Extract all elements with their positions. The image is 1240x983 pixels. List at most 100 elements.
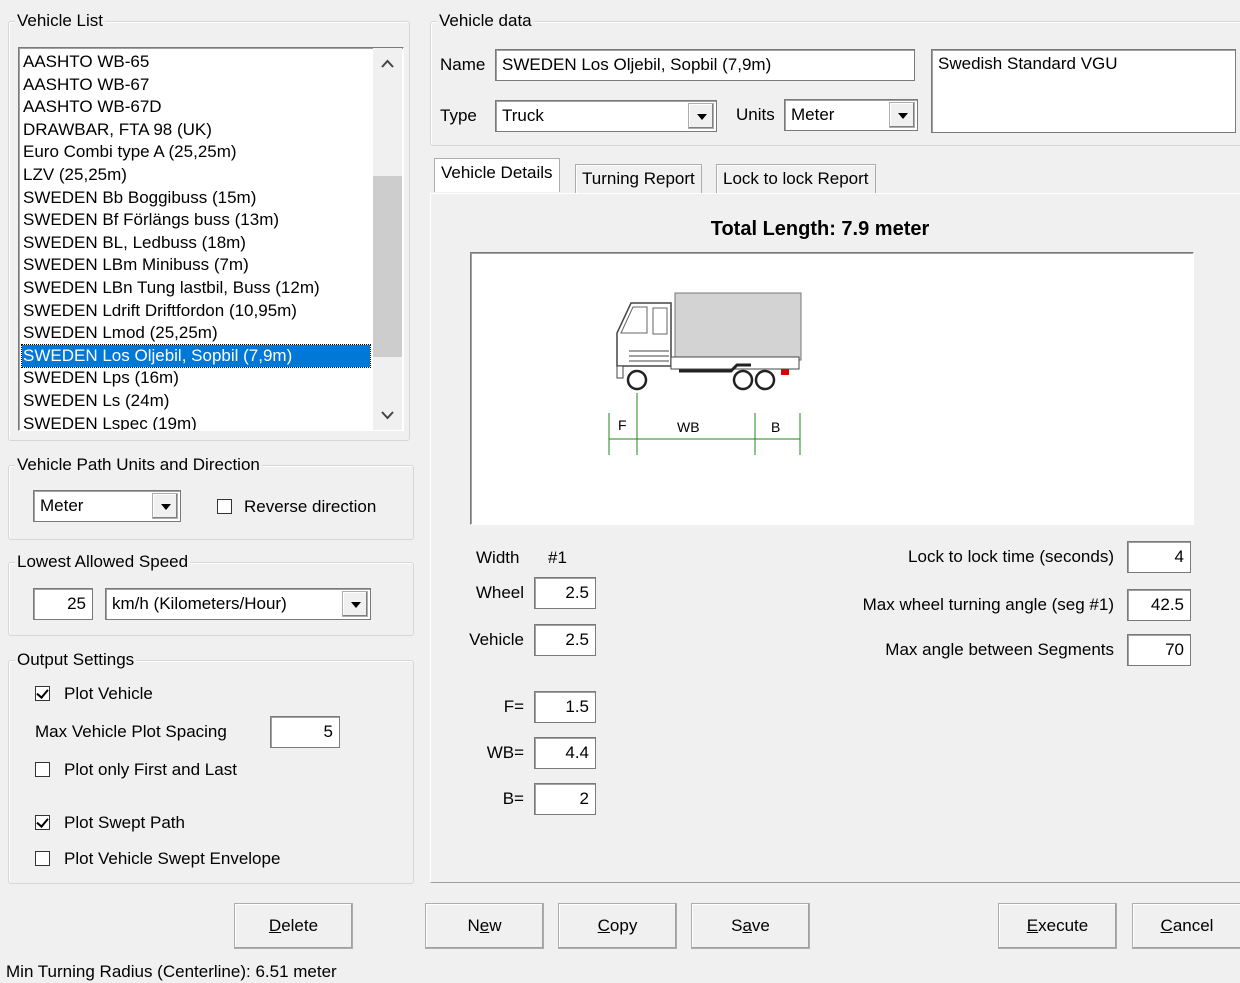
chevron-down-icon[interactable] <box>688 103 714 129</box>
list-item[interactable]: LZV (25,25m) <box>22 164 127 187</box>
width-col-header: #1 <box>548 548 567 567</box>
plot-vehicle-label[interactable]: Plot Vehicle <box>64 683 153 705</box>
plot-first-last-checkbox[interactable] <box>35 762 50 777</box>
list-item[interactable]: AASHTO WB-65 <box>22 51 149 74</box>
output-settings-legend: Output Settings <box>15 650 137 670</box>
tab-vehicle-details[interactable]: Vehicle Details <box>434 158 560 192</box>
delete-button[interactable]: Delete <box>234 903 353 949</box>
chevron-down-icon[interactable] <box>152 493 178 519</box>
chevron-up-icon[interactable] <box>373 48 402 78</box>
b-input[interactable]: 2 <box>534 783 596 815</box>
units-label: Units <box>736 105 775 124</box>
vehicle-diagram: F WB B <box>470 252 1194 525</box>
new-button-label-post: w <box>489 916 502 935</box>
list-item[interactable]: SWEDEN LBn Tung lastbil, Buss (12m) <box>22 277 320 300</box>
plot-swept-path-label[interactable]: Plot Swept Path <box>64 812 185 834</box>
new-button-mnemonic: e <box>479 916 490 935</box>
list-item[interactable]: AASHTO WB-67 <box>22 74 149 97</box>
tab-label: Lock to lock Report <box>723 169 869 188</box>
delete-button-mnemonic: D <box>268 916 282 935</box>
max-segment-angle-input[interactable]: 70 <box>1127 634 1191 666</box>
vehicle-width-label: Vehicle <box>469 630 524 649</box>
plot-first-last-label[interactable]: Plot only First and Last <box>64 759 237 781</box>
list-item[interactable]: SWEDEN Ldrift Driftfordon (10,95m) <box>22 300 297 323</box>
total-length-title: Total Length: 7.9 meter <box>710 218 930 240</box>
list-item[interactable]: SWEDEN BL, Ledbuss (18m) <box>22 232 246 255</box>
delete-button-label: elete <box>281 916 319 935</box>
plot-envelope-checkbox[interactable] <box>35 851 50 866</box>
wheel-label: Wheel <box>475 583 524 602</box>
list-item[interactable]: Euro Combi type A (25,25m) <box>22 141 237 164</box>
chevron-down-icon[interactable] <box>373 400 402 430</box>
cancel-button-mnemonic: C <box>1160 916 1173 935</box>
vehicle-units-value: Meter <box>791 105 835 124</box>
vehicle-type-select[interactable]: Truck <box>495 100 717 132</box>
tab-label: Vehicle Details <box>441 163 553 182</box>
plot-spacing-input[interactable]: 5 <box>270 716 340 748</box>
tab-turning-report[interactable]: Turning Report <box>575 164 702 194</box>
vehicle-description-textarea[interactable]: Swedish Standard VGU <box>931 49 1236 133</box>
path-units-legend: Vehicle Path Units and Direction <box>15 455 262 475</box>
vehicle-list-legend: Vehicle List <box>15 11 105 31</box>
diagram-label-f: F <box>618 417 627 433</box>
wb-input[interactable]: 4.4 <box>534 737 596 769</box>
list-item[interactable]: SWEDEN Lspec (19m) <box>22 413 197 430</box>
f-input[interactable]: 1.5 <box>534 691 596 723</box>
vehicle-listbox[interactable]: AASHTO WB-65 AASHTO WB-67 AASHTO WB-67D DRA… <box>18 47 404 431</box>
b-label: B= <box>502 789 524 808</box>
copy-button[interactable]: Copy <box>558 903 677 949</box>
vehicle-list-scroll-thumb[interactable] <box>373 176 402 357</box>
list-item[interactable]: SWEDEN Lps (16m) <box>22 367 179 390</box>
new-button[interactable]: New <box>425 903 544 949</box>
new-button-label-pre: N <box>467 916 480 935</box>
max-segment-angle-label: Max angle between Segments <box>885 640 1114 659</box>
save-button[interactable]: Save <box>691 903 810 949</box>
plot-vehicle-checkbox[interactable] <box>35 686 50 701</box>
speed-unit-select[interactable]: km/h (Kilometers/Hour) <box>105 588 371 620</box>
speed-unit-value: km/h (Kilometers/Hour) <box>112 594 287 613</box>
wb-label: WB= <box>486 743 524 762</box>
speed-input[interactable]: 25 <box>33 588 93 620</box>
max-wheel-angle-label: Max wheel turning angle (seg #1) <box>862 595 1114 614</box>
diagram-label-b: B <box>771 419 781 435</box>
plot-envelope-label[interactable]: Plot Vehicle Swept Envelope <box>64 848 280 870</box>
width-header-label: Width <box>476 548 520 567</box>
save-button-mnemonic: a <box>742 916 752 935</box>
reverse-direction-checkbox[interactable] <box>217 499 232 514</box>
list-item[interactable]: SWEDEN Bb Boggibuss (15m) <box>22 187 256 210</box>
plot-swept-path-checkbox[interactable] <box>35 815 50 830</box>
chevron-down-icon[interactable] <box>342 591 368 617</box>
cancel-button-label: ancel <box>1172 916 1214 935</box>
reverse-direction-label[interactable]: Reverse direction <box>244 496 376 518</box>
diagram-label-wb: WB <box>677 419 700 435</box>
list-item[interactable]: SWEDEN Lmod (25,25m) <box>22 322 218 345</box>
lock-time-input[interactable]: 4 <box>1127 541 1191 573</box>
wheel-width-input[interactable]: 2.5 <box>534 577 596 609</box>
chevron-down-icon[interactable] <box>889 102 915 128</box>
list-item[interactable]: SWEDEN Bf Förlängs buss (13m) <box>22 209 279 232</box>
copy-button-mnemonic: C <box>597 916 610 935</box>
execute-button[interactable]: Execute <box>998 903 1117 949</box>
lock-time-label: Lock to lock time (seconds) <box>908 547 1114 566</box>
list-item[interactable]: AASHTO WB-67D <box>22 96 162 119</box>
vehicle-data-legend: Vehicle data <box>437 11 534 31</box>
vehicle-units-select[interactable]: Meter <box>784 99 918 131</box>
execute-button-mnemonic: E <box>1026 916 1039 935</box>
plot-spacing-label: Max Vehicle Plot Spacing <box>35 722 227 741</box>
list-item[interactable]: DRAWBAR, FTA 98 (UK) <box>22 119 212 142</box>
cancel-button[interactable]: Cancel <box>1132 903 1240 949</box>
name-label: Name <box>440 55 486 74</box>
execute-button-label: xecute <box>1038 916 1089 935</box>
tab-lock-to-lock-report[interactable]: Lock to lock Report <box>716 164 876 194</box>
list-item[interactable]: SWEDEN LBm Minibuss (7m) <box>22 254 249 277</box>
max-wheel-angle-input[interactable]: 42.5 <box>1127 589 1191 621</box>
f-label: F= <box>503 697 524 716</box>
list-item[interactable]: SWEDEN Los Oljebil, Sopbil (7,9m) <box>21 343 371 369</box>
path-units-select[interactable]: Meter <box>33 490 181 522</box>
vehicle-name-input[interactable]: SWEDEN Los Oljebil, Sopbil (7,9m) <box>495 49 915 81</box>
vehicle-list-scrollbar[interactable] <box>373 48 402 430</box>
save-button-label-pre: S <box>731 916 743 935</box>
list-item[interactable]: SWEDEN Ls (24m) <box>22 390 169 413</box>
save-button-label-post: ve <box>751 916 770 935</box>
vehicle-width-input[interactable]: 2.5 <box>534 624 596 656</box>
